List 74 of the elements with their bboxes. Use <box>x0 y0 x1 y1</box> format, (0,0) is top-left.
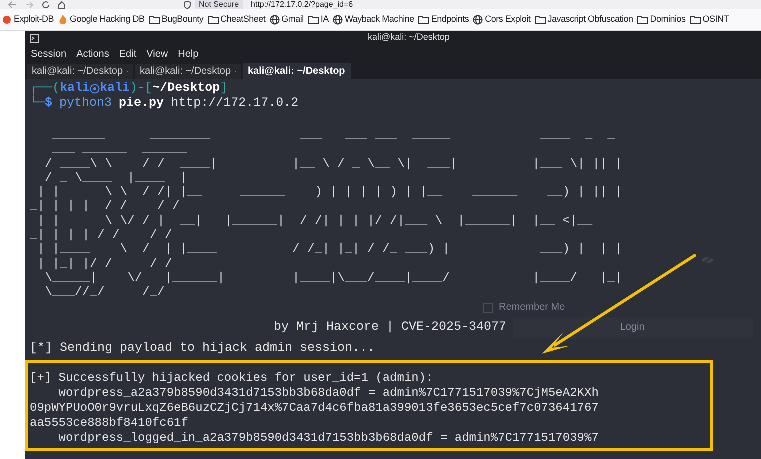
menu-item[interactable]: Session <box>31 46 67 62</box>
reload-icon[interactable] <box>42 0 50 8</box>
prompt-path: ~/Desktop <box>152 81 220 96</box>
folder-icon <box>148 15 160 24</box>
globe-icon <box>332 14 343 24</box>
back-arrow-icon[interactable] <box>8 0 17 8</box>
ascii-banner-line: _______ ________ ___ ___ ___ _____ ____ _ _ <box>52 128 616 142</box>
ascii-banner-line: | | \ \/ / | __| |______| / /| | | |/ /|___ \ |______| |__ <|__ <box>36 214 593 228</box>
bookmark-item[interactable]: Wayback Machine <box>332 12 414 26</box>
prompt-bracket: ] <box>220 81 228 96</box>
ascii-banner-line: \___//_/ /_/ <box>44 285 166 300</box>
menu-item[interactable]: Help <box>178 46 199 62</box>
ascii-banner-line: \_____| \/ |______| |____|\___/____|____/ |____/ |_| <box>44 270 623 286</box>
url-field[interactable]: http://172.17.0.2/?page_id=6 <box>251 0 354 9</box>
security-label[interactable]: Not Secure <box>195 0 244 9</box>
prompt-bracket: )-[ <box>130 81 153 96</box>
menu-item[interactable]: Actions <box>76 46 110 62</box>
output-line: [+] Successfully hijacked cookies for user_id=1 (admin): <box>30 370 434 386</box>
login-button[interactable]: Login <box>512 316 753 339</box>
bug-icon <box>2 14 12 24</box>
prompt-user: kali <box>60 81 90 96</box>
bookmark-item[interactable]: BugBounty <box>148 12 204 26</box>
ascii-banner-line: | |_| |/ / / / <box>36 256 173 271</box>
ascii-banner-line: _| | | | / / / / <box>30 228 173 242</box>
terminal-tab[interactable]: kali@kali: ~/Desktop <box>243 63 351 79</box>
script-name: pie.py <box>119 96 164 111</box>
prompt-dollar: $ <box>45 96 53 111</box>
output-line: 09pWYPUoO0r9vruLxqZ6eB6uzCZjCj714x%7Caa7d4c6fba81a399013fe3653ec5cef7c073641767 <box>30 400 599 416</box>
terminal-icon <box>30 34 39 42</box>
prompt-bracket: ┌──( <box>30 81 60 96</box>
command-argument: http://172.17.0.2 <box>171 96 299 111</box>
prompt-host: kali <box>100 81 130 96</box>
menu-item[interactable]: Edit <box>119 46 137 62</box>
folder-icon <box>690 15 701 24</box>
checkbox-label: Remember Me <box>499 301 566 316</box>
bookmark-item[interactable]: Gmail <box>270 12 304 26</box>
bookmark-item[interactable]: CheatSheet <box>208 12 266 26</box>
bookmark-item[interactable]: Endpoints <box>418 12 470 26</box>
window-title: kali@kali: ~/Desktop <box>368 31 450 44</box>
ascii-banner-line: / ____\ \ / / ____| |__ \ / _ \__ \| ___| |___ \| || | <box>44 156 623 171</box>
bookmark-item[interactable]: Cors Exploit <box>473 12 531 26</box>
circled-symbol-icon <box>90 84 100 94</box>
checkbox[interactable] <box>483 302 493 313</box>
shield-icon <box>184 0 191 8</box>
output-line: wordpress_a2a379b8590d3431d7153bb3b68da0df = admin%7C1771517039%7CjM5eA2KXh <box>58 386 599 401</box>
terminal-tab[interactable]: kali@kali: ~/Desktop <box>135 64 241 79</box>
globe-icon <box>473 14 484 24</box>
status-line: [*] Sending payload to hijack admin session... <box>30 340 376 356</box>
prompt-corner: └─ <box>30 96 46 111</box>
output-line: wordpress_logged_in_a2a379b8590d3431d7153bb3b68da0df = admin%7C1771517039%7 <box>58 430 599 446</box>
flame-icon <box>58 14 68 24</box>
ascii-banner-line: / _ \____ |____ | <box>44 170 188 186</box>
menu-item[interactable]: View <box>146 46 168 62</box>
command-name: python3 <box>60 96 112 111</box>
ascii-banner-line: | | \ \ / /| |__ ______ ) | | | | ) | |__ ______ __) | || | <box>36 185 623 200</box>
ascii-banner-line: ___ ______ ______ <box>52 142 188 157</box>
bookmark-item[interactable]: OSINT <box>690 12 730 26</box>
globe-icon <box>270 14 280 24</box>
bookmark-item[interactable]: Dominios <box>637 12 686 26</box>
folder-icon <box>208 15 219 24</box>
ascii-banner-line: _| | | | / / / / <box>30 199 180 214</box>
output-line: aa5553ce888bf8410fc61f <box>30 416 188 431</box>
bookmark-item[interactable]: Exploit-DB <box>2 12 54 26</box>
bookmark-item[interactable]: Javascript Obfuscation <box>534 12 634 26</box>
ascii-banner-line: | |____ \ / | |____ / /_| |_| / /_ ___) | ___) | | | <box>36 242 623 257</box>
home-icon[interactable] <box>58 0 66 8</box>
bookmark-item[interactable]: IA <box>308 12 329 26</box>
bookmark-item[interactable]: Google Hacking DB <box>58 12 145 26</box>
byline: by Mrj Haxcore | CVE-2025-34077 <box>274 320 507 336</box>
folder-icon <box>637 15 648 24</box>
folder-icon <box>308 15 319 24</box>
terminal-tab[interactable]: kali@kali: ~/Desktop <box>27 64 133 79</box>
folder-icon <box>534 15 546 24</box>
folder-icon <box>418 15 430 24</box>
